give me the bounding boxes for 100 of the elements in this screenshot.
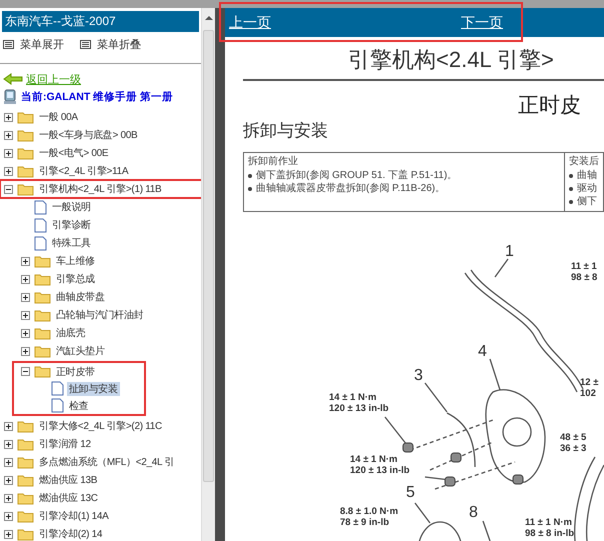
folder-icon — [34, 254, 51, 268]
current-manual-label: 当前:GALANT 维修手册 第一册 — [21, 90, 174, 104]
tree-item[interactable]: 油底壳 — [54, 326, 88, 340]
diagram-label: 8.8 ± 1.0 N·m 78 ± 9 in-lb — [340, 507, 398, 528]
diagram-label: 5 — [406, 484, 415, 502]
document-icon — [34, 200, 47, 214]
tree-item[interactable]: 检查 — [67, 398, 90, 412]
note-item: 曲轴轴减震器皮带盘拆卸(参阅 P.11B-26)。 — [256, 182, 446, 195]
back-link[interactable]: 返回上一级 — [26, 72, 81, 86]
note-item: 曲轴 — [577, 169, 597, 182]
expand-toggle[interactable] — [4, 166, 13, 176]
tree-item[interactable]: 一般<电气> 00E — [37, 146, 110, 160]
previous-page-link[interactable]: 上一页 — [229, 14, 271, 32]
next-page-link[interactable]: 下一页 — [461, 14, 503, 32]
diagram-label: 12 ± 102 — [580, 378, 598, 399]
expand-toggle[interactable] — [4, 476, 13, 484]
tree-item[interactable]: 多点燃油系统（MFL）<2_4L 引 — [37, 455, 176, 469]
folder-icon — [34, 290, 51, 304]
tree-item[interactable]: 汽缸头垫片 — [54, 344, 107, 358]
expand-toggle[interactable] — [4, 494, 13, 502]
expand-toggle[interactable] — [21, 367, 30, 376]
document-icon — [34, 218, 47, 232]
folder-icon — [17, 110, 34, 124]
tree-item[interactable]: 引擎诊断 — [50, 218, 93, 232]
scrollbar-thumb[interactable] — [203, 30, 214, 482]
folder-icon — [17, 438, 34, 450]
tree-item[interactable]: 引擎总成 — [54, 272, 97, 286]
note-item: 侧下盖拆卸(参阅 GROUP 51. 下盖 P.51-11)。 — [256, 169, 458, 182]
arrow-left-icon — [3, 73, 23, 85]
diagram-label: 1 — [505, 243, 514, 261]
tree-item[interactable]: 曲轴皮带盘 — [54, 290, 107, 304]
folder-icon — [17, 474, 34, 486]
diagram-label: 11 ± 1 98 ± 8 — [571, 262, 598, 283]
diagram-label: 4 — [478, 343, 487, 361]
notes-heading: 拆卸前作业 — [248, 155, 299, 169]
expand-toggle[interactable] — [4, 530, 13, 538]
tree-item[interactable]: 燃油供应 13C — [37, 491, 100, 505]
sidebar-title: 东南汽车--戈蓝-2007 — [2, 11, 200, 32]
computer-icon — [3, 89, 17, 105]
folder-icon — [17, 420, 34, 432]
folder-icon — [17, 146, 34, 160]
tree-item[interactable]: 引擎冷却(1) 14A — [37, 509, 110, 523]
folder-icon — [34, 308, 51, 322]
document-title: 引擎机构<2.4L 引擎> — [348, 46, 555, 74]
tree-item[interactable]: 引擎润滑 12 — [37, 437, 93, 451]
document-icon — [51, 381, 64, 396]
expand-toggle[interactable] — [21, 328, 30, 338]
diagram-label: 8 — [469, 504, 478, 522]
tree-item[interactable]: 一般 00A — [37, 110, 80, 124]
diagram-label: 11 ± 1 N·m 98 ± 8 in-lb — [525, 518, 574, 539]
tree-item[interactable]: 引擎<2_4L 引擎>11A — [37, 164, 130, 178]
expand-toggle[interactable] — [4, 458, 13, 466]
tree-item[interactable]: 扯卸与安装 — [67, 382, 120, 396]
expand-toggle[interactable] — [21, 256, 30, 266]
section-title: 正时皮 — [518, 93, 582, 119]
folder-icon — [34, 365, 51, 378]
bullet-icon — [569, 174, 573, 178]
folder-icon — [34, 326, 51, 340]
folder-icon — [17, 492, 34, 504]
bullet-icon — [569, 200, 573, 204]
expand-toggle[interactable] — [4, 512, 13, 520]
tree-item[interactable]: 车上维修 — [54, 254, 97, 268]
folder-icon — [17, 164, 34, 178]
note-item: 驱动 — [577, 182, 597, 195]
folder-icon — [17, 510, 34, 522]
expand-toggle[interactable] — [4, 112, 13, 122]
bullet-icon — [569, 186, 573, 190]
expand-toggle[interactable] — [21, 274, 30, 284]
expand-toggle[interactable] — [4, 130, 13, 140]
expand-toggle[interactable] — [21, 346, 30, 356]
expand-toggle[interactable] — [21, 310, 30, 320]
folder-icon — [17, 182, 34, 196]
expand-toggle[interactable] — [21, 292, 30, 302]
menu-action-link[interactable]: 菜单折叠 — [80, 37, 141, 52]
document-icon — [34, 236, 47, 250]
folder-icon — [34, 344, 51, 358]
expand-toggle[interactable] — [4, 184, 13, 194]
folder-icon — [17, 528, 34, 540]
diagram-label: 14 ± 1 N·m 120 ± 13 in-lb — [350, 455, 410, 476]
tree-item[interactable]: 正时皮带 — [54, 364, 97, 378]
tree-item[interactable]: 引擎机构<2_4L 引擎>(1) 11B — [37, 182, 164, 196]
section-heading: 拆卸与安装 — [243, 120, 329, 142]
tree-item[interactable]: 引擎冷却(2) 14 — [37, 527, 104, 541]
diagram-label: 14 ± 1 N·m 120 ± 13 in-lb — [329, 393, 389, 414]
folder-icon — [34, 272, 51, 286]
expand-toggle[interactable] — [4, 148, 13, 158]
folder-icon — [17, 128, 34, 142]
menu-action-link[interactable]: 菜单展开 — [3, 37, 64, 52]
tree-item[interactable]: 引擎大修<2_4L 引擎>(2) 11C — [37, 419, 164, 433]
note-item: 侧下 — [577, 195, 597, 208]
document-icon — [51, 398, 64, 413]
tree-item[interactable]: 特殊工具 — [50, 236, 93, 250]
tree-item[interactable]: 凸轮轴与汽门杆油封 — [54, 308, 146, 322]
expand-toggle[interactable] — [4, 422, 13, 430]
expand-toggle[interactable] — [4, 440, 13, 448]
tree-item[interactable]: 一般<车身与底盘> 00B — [37, 128, 140, 142]
bullet-icon — [248, 186, 252, 190]
notes-heading: 安装后 — [569, 155, 599, 169]
tree-item[interactable]: 燃油供应 13B — [37, 473, 100, 487]
tree-item[interactable]: 一般说明 — [50, 200, 93, 214]
